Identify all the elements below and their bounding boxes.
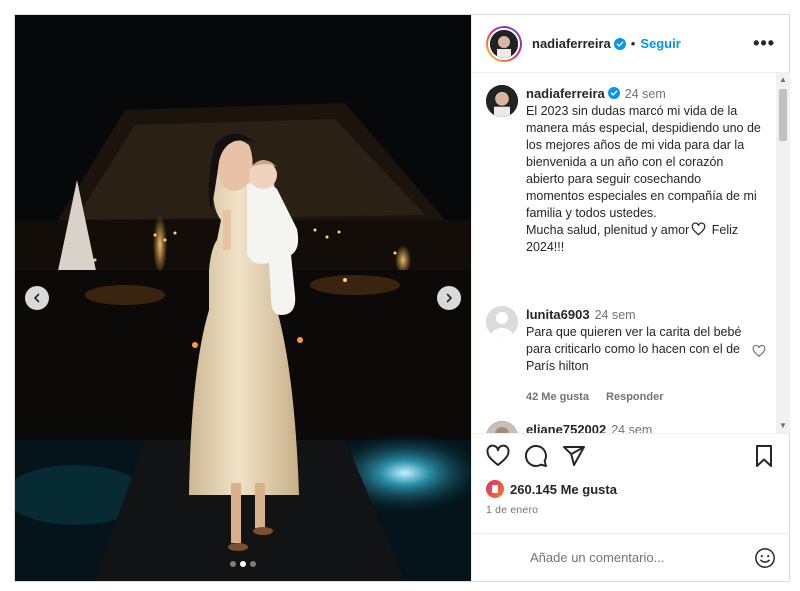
heart-outline-icon [691, 222, 706, 236]
reply-button[interactable]: Responder [606, 391, 663, 403]
caption-username[interactable]: nadiaferreira [526, 86, 605, 101]
comments-scrollbar[interactable]: ▲ ▼ [776, 73, 790, 433]
author-avatar[interactable] [486, 25, 522, 62]
comment-item: eliane75200224 sem N [486, 421, 776, 433]
caption-avatar[interactable] [486, 85, 518, 117]
caption-text-part-a: Mucha salud, plenitud y amor [526, 223, 690, 237]
liker-avatar-image [492, 485, 498, 493]
default-avatar-icon [486, 306, 518, 338]
heart-icon[interactable] [486, 444, 510, 468]
scrollbar-thumb[interactable] [779, 89, 787, 141]
photo-illustration [15, 15, 471, 581]
post-header: nadiaferreira • Seguir ••• [472, 15, 789, 73]
post-actions: 260.145 Me gusta 1 de enero [472, 433, 790, 516]
likes-summary[interactable]: 260.145 Me gusta [486, 478, 776, 500]
comment-like-heart-icon[interactable] [752, 344, 766, 358]
emoji-icon[interactable] [754, 547, 776, 569]
caption-text-line2: Mucha salud, plenitud y amor Feliz 2024!… [526, 222, 762, 256]
carousel-dot [230, 561, 236, 567]
more-options-button[interactable]: ••• [753, 33, 775, 54]
action-bar [486, 434, 776, 478]
post-date[interactable]: 1 de enero [486, 504, 776, 516]
caption-text: El 2023 sin dudas marcó mi vida de la ma… [526, 104, 761, 220]
post-sidebar: nadiaferreira • Seguir ••• nadiaferreira… [471, 15, 790, 581]
liker-avatar [486, 480, 504, 498]
comment-username[interactable]: eliane752002 [526, 422, 606, 433]
commenter-avatar[interactable] [486, 421, 518, 433]
comment-time[interactable]: 24 sem [611, 423, 652, 433]
avatar-image [486, 85, 518, 117]
comment-username[interactable]: lunita6903 [526, 307, 590, 322]
comment-item: lunita6903 24 sem Para que quieren ver la… [486, 306, 776, 406]
caption-body: nadiaferreira 24 sem El 2023 sin dudas ma… [526, 85, 762, 256]
comment-body: lunita6903 24 sem Para que quieren ver la… [526, 306, 746, 406]
carousel-indicator [15, 561, 471, 567]
carousel-next-button[interactable] [437, 286, 461, 310]
post-modal: nadiaferreira • Seguir ••• nadiaferreira… [14, 14, 790, 582]
follow-button[interactable]: Seguir [640, 36, 680, 51]
carousel-dot [250, 561, 256, 567]
chevron-right-icon [446, 293, 453, 303]
comment-body: eliane75200224 sem N [526, 421, 746, 433]
add-comment-bar [472, 533, 790, 581]
commenter-avatar[interactable] [486, 306, 518, 338]
scroll-up-arrow[interactable]: ▲ [776, 73, 790, 87]
header-separator: • [630, 36, 636, 51]
scroll-down-arrow[interactable]: ▼ [776, 419, 790, 433]
chevron-left-icon [33, 293, 40, 303]
carousel-prev-button[interactable] [25, 286, 49, 310]
likes-count[interactable]: 260.145 Me gusta [510, 482, 617, 497]
post-caption: nadiaferreira 24 sem El 2023 sin dudas ma… [486, 85, 776, 256]
share-icon[interactable] [562, 444, 586, 468]
bookmark-icon[interactable] [752, 444, 776, 468]
post-photo[interactable] [15, 15, 471, 581]
verified-badge-icon [613, 37, 626, 50]
avatar-image [486, 421, 518, 433]
carousel-dot-active [240, 561, 246, 567]
comment-time[interactable]: 24 sem [595, 308, 636, 322]
caption-time[interactable]: 24 sem [625, 87, 666, 101]
comment-icon[interactable] [524, 444, 548, 468]
comment-input[interactable] [530, 550, 740, 565]
comment-likes[interactable]: 42 Me gusta [526, 391, 589, 403]
author-username[interactable]: nadiaferreira [532, 36, 611, 51]
avatar-image [490, 29, 518, 58]
comment-meta: 42 Me gusta Responder [526, 389, 746, 406]
comment-text: Para que quieren ver la carita del bebé … [526, 325, 742, 373]
comments-list[interactable]: nadiaferreira 24 sem El 2023 sin dudas ma… [472, 73, 790, 433]
verified-badge-icon [607, 87, 620, 99]
